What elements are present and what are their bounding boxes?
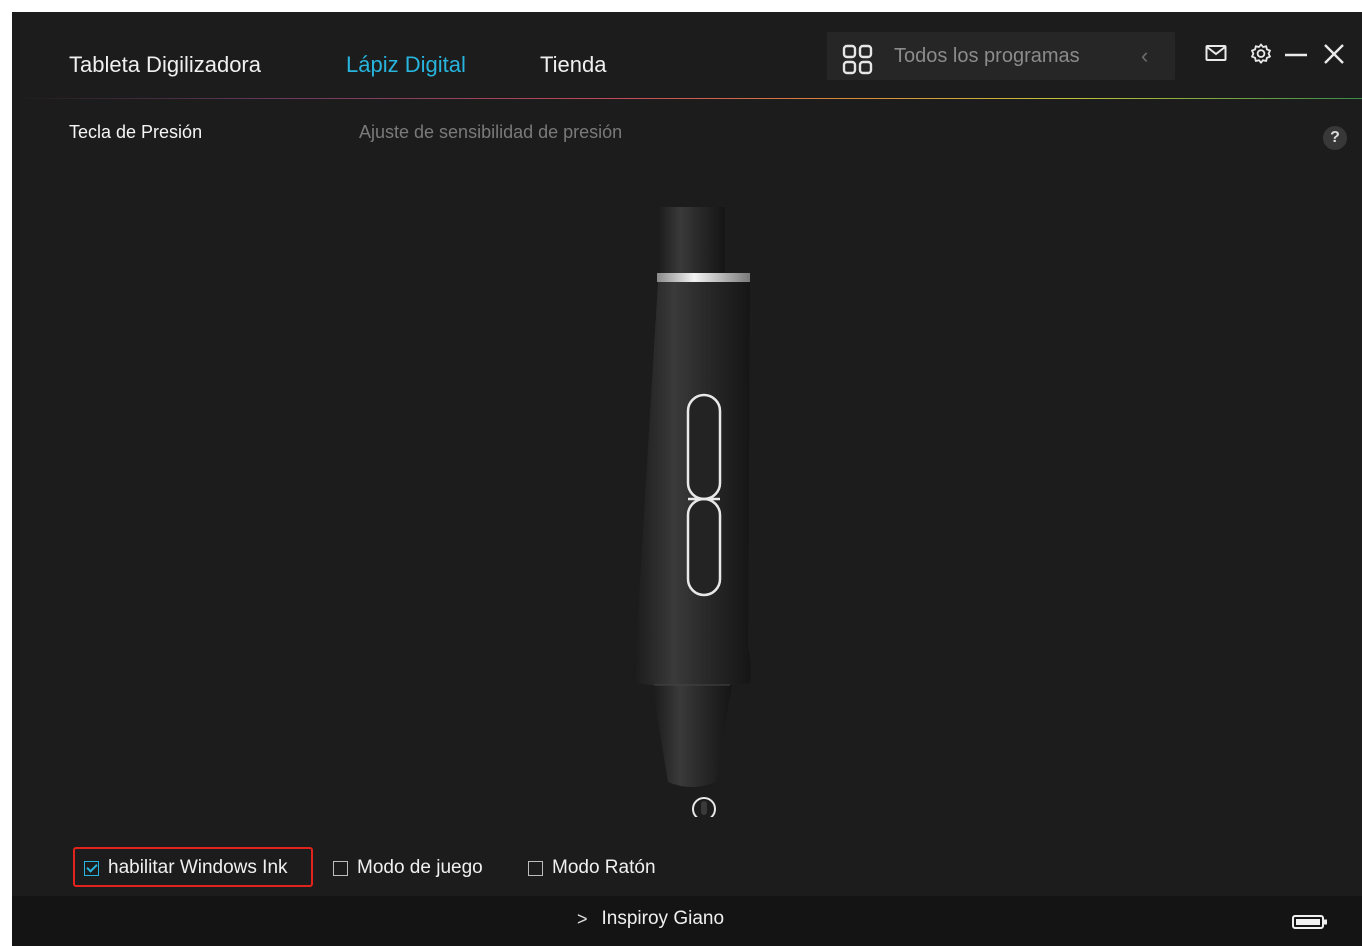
program-selector[interactable]: Todos los programas ‹ — [827, 32, 1175, 80]
tab-tablet[interactable]: Tableta Digilizadora — [69, 52, 261, 78]
game-mode-checkbox[interactable]: Modo de juego — [333, 854, 483, 882]
mail-icon[interactable] — [1205, 44, 1227, 62]
help-icon[interactable]: ? — [1323, 126, 1347, 150]
checkbox-icon[interactable] — [333, 860, 348, 876]
windows-ink-checkbox[interactable]: habilitar Windows Ink — [84, 854, 288, 882]
device-name: Inspiroy Giano — [601, 908, 725, 929]
digital-pen-image — [632, 207, 752, 817]
tab-store[interactable]: Tienda — [540, 52, 606, 78]
checkbox-checked-icon[interactable] — [84, 860, 99, 876]
pressure-sensitivity-link[interactable]: Ajuste de sensibilidad de presión — [359, 122, 622, 143]
section-title: Tecla de Presión — [69, 122, 203, 142]
app-window: Tableta Digilizadora Lápiz Digital Tiend… — [12, 12, 1362, 946]
mouse-mode-checkbox[interactable]: Modo Ratón — [528, 854, 656, 882]
battery-icon — [1292, 915, 1327, 929]
checkbox-icon[interactable] — [528, 860, 543, 876]
game-mode-label: Modo de juego — [357, 857, 483, 878]
gear-icon[interactable] — [1249, 42, 1273, 66]
program-selector-label: Todos los programas — [894, 45, 1080, 67]
device-selector[interactable]: > Inspiroy Giano — [577, 908, 724, 930]
mouse-mode-label: Modo Ratón — [552, 857, 656, 878]
close-icon[interactable] — [1323, 43, 1345, 65]
windows-ink-label: habilitar Windows Ink — [108, 857, 288, 878]
chevron-right-icon: > — [577, 908, 588, 929]
header-divider — [12, 98, 1362, 99]
app-grid-icon — [842, 44, 873, 75]
chevron-left-icon[interactable]: ‹ — [1141, 43, 1148, 69]
minimize-icon[interactable] — [1284, 44, 1308, 64]
tab-pen[interactable]: Lápiz Digital — [346, 52, 466, 78]
footer-bar: > Inspiroy Giano — [12, 896, 1362, 946]
